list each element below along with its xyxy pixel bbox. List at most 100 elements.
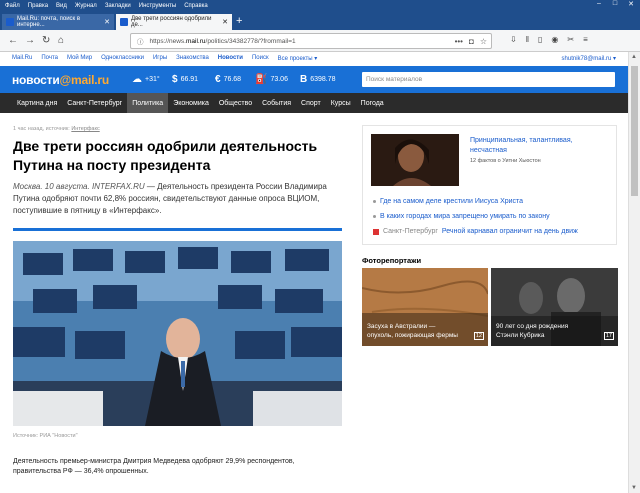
- home-icon[interactable]: ⌂: [58, 35, 64, 46]
- tab-bar: Mail.Ru: почта, поиск в интерне... ✕ Две…: [0, 12, 640, 30]
- favicon-icon: [6, 18, 14, 26]
- feature-count: 12 фактов о Уитни Хьюстон: [470, 158, 541, 164]
- sidebar-list-item[interactable]: Санкт-Петербург Речной карнавал ограничит…: [373, 224, 578, 239]
- photo-count: 12: [473, 332, 484, 340]
- portal-link-myworld[interactable]: Мой Мир: [67, 55, 92, 61]
- portal-link-projects[interactable]: Все проекты ▾: [278, 55, 318, 62]
- scroll-thumb[interactable]: [631, 66, 638, 196]
- oil-rate[interactable]: ⛽ 73.06: [255, 74, 288, 85]
- photo-illustration: [13, 241, 342, 426]
- tab-close-icon[interactable]: ✕: [104, 18, 110, 26]
- sidebar-icon[interactable]: ▯: [538, 35, 542, 44]
- menu-bar: Файл Правка Вид Журнал Закладки Инструме…: [0, 0, 640, 12]
- photo-report-caption: 90 лет со дня рождения Стэнли Кубрика: [496, 323, 569, 339]
- euro-icon: €: [215, 74, 221, 85]
- nav-item-society[interactable]: Общество: [214, 93, 257, 113]
- photo-report-card[interactable]: 90 лет со дня рождения Стэнли Кубрика 17: [491, 268, 618, 346]
- portal-link-mail[interactable]: Почта: [41, 55, 58, 61]
- sidebar-card: Принципиальная, талантливая, несчастная …: [362, 125, 617, 245]
- weather-icon: ☁: [132, 74, 142, 85]
- page-scrollbar[interactable]: ▲ ▼: [628, 52, 640, 493]
- tab-news[interactable]: Две трети россиян одобрили де... ✕: [116, 14, 232, 30]
- category-nav: Картина дня Санкт-Петербург Политика Эко…: [0, 93, 628, 113]
- hamburger-menu-icon[interactable]: ≡: [583, 35, 588, 44]
- navigation-toolbar: ← → ↻ ⌂ ⓘ https://news.mail.ru/politics/…: [0, 30, 640, 52]
- feature-image[interactable]: [371, 134, 459, 186]
- new-tab-icon[interactable]: +: [236, 15, 242, 27]
- photo-report-card[interactable]: Засуха в Австралии — опухоль, пожирающая…: [362, 268, 488, 346]
- site-logo[interactable]: новости@mail.ru: [12, 73, 109, 87]
- weather-widget[interactable]: ☁ +31°: [132, 74, 160, 85]
- menu-bookmarks[interactable]: Закладки: [105, 3, 131, 9]
- feature-illustration: [371, 134, 459, 186]
- portal-link-mailru[interactable]: Mail.Ru: [12, 55, 32, 61]
- nav-item-weather[interactable]: Погода: [356, 93, 389, 113]
- search-input[interactable]: Поиск материалов: [362, 72, 615, 87]
- source-link[interactable]: Интерфакс: [71, 126, 99, 132]
- nav-item-rates[interactable]: Курсы: [326, 93, 356, 113]
- maximize-icon[interactable]: □: [608, 0, 622, 12]
- photo-reports-title: Фоторепортажи: [362, 256, 422, 265]
- nav-item-events[interactable]: События: [257, 93, 296, 113]
- article-photo: [13, 241, 342, 426]
- screenshot-icon[interactable]: ✂: [567, 35, 574, 44]
- back-icon[interactable]: ←: [8, 35, 18, 46]
- article-title: Две трети россиян одобрили деятельность …: [13, 138, 318, 173]
- tab-label: Mail.Ru: почта, поиск в интерне...: [17, 16, 81, 28]
- library-icon[interactable]: ‖: [526, 35, 529, 44]
- nav-item-economy[interactable]: Экономика: [168, 93, 214, 113]
- nav-item-politics[interactable]: Политика: [127, 93, 169, 113]
- portal-link-ok[interactable]: Одноклассники: [101, 55, 144, 61]
- menu-tools[interactable]: Инструменты: [139, 3, 176, 9]
- user-account[interactable]: shutnik78@mail.ru ▾: [562, 55, 616, 62]
- portal-link-search[interactable]: Поиск: [252, 55, 269, 61]
- url-text: https://news.mail.ru/politics/34382778/?…: [149, 37, 296, 45]
- bitcoin-icon: B: [300, 74, 308, 85]
- favicon-icon: [120, 18, 128, 26]
- sidebar-list-item[interactable]: Где на самом деле крестили Иисуса Христа: [373, 194, 578, 209]
- nav-item-spb[interactable]: Санкт-Петербург: [62, 93, 127, 113]
- bullet-icon: [373, 215, 376, 218]
- menu-view[interactable]: Вид: [56, 3, 67, 9]
- address-bar[interactable]: ⓘ https://news.mail.ru/politics/34382778…: [130, 33, 492, 49]
- region-flag-icon: [373, 228, 379, 235]
- article-lead: Москва. 10 августа. INTERFAX.RU — Деятел…: [13, 182, 327, 215]
- divider: [13, 228, 342, 231]
- article-body: Деятельность премьер-министра Дмитрия Ме…: [13, 458, 295, 475]
- nav-item-sport[interactable]: Спорт: [296, 93, 326, 113]
- more-icon[interactable]: •••: [455, 37, 463, 46]
- close-icon[interactable]: ✕: [624, 0, 638, 12]
- info-icon[interactable]: ⓘ: [137, 36, 144, 46]
- nav-item-day[interactable]: Картина дня: [12, 93, 62, 113]
- menu-help[interactable]: Справка: [184, 3, 208, 9]
- minimize-icon[interactable]: –: [592, 0, 606, 12]
- forward-icon[interactable]: →: [25, 35, 35, 46]
- article-meta: 1 час назад, источник: Интерфакс: [13, 126, 100, 132]
- portal-link-news[interactable]: Новости: [218, 55, 243, 61]
- tab-mailru[interactable]: Mail.Ru: почта, поиск в интерне... ✕: [2, 14, 114, 30]
- usd-rate[interactable]: $66.91: [172, 74, 198, 85]
- menu-file[interactable]: Файл: [5, 3, 20, 9]
- download-icon[interactable]: ⇩: [510, 35, 517, 44]
- sidebar-list-item[interactable]: В каких городах мира запрещено умирать п…: [373, 209, 578, 224]
- toolbar-right: ⇩ ‖ ▯ ◉ ✂ ≡: [510, 35, 588, 44]
- scroll-up-icon[interactable]: ▲: [631, 54, 637, 60]
- portal-link-games[interactable]: Игры: [153, 55, 167, 61]
- scroll-down-icon[interactable]: ▼: [631, 485, 637, 491]
- bookmark-star-icon[interactable]: ☆: [480, 37, 487, 46]
- portal-link-dating[interactable]: Знакомства: [176, 55, 209, 61]
- bitcoin-rate[interactable]: B 6398.78: [300, 74, 336, 85]
- tab-label: Две трети россиян одобрили де...: [131, 16, 212, 28]
- extension-icon[interactable]: ◉: [551, 35, 558, 44]
- reload-icon[interactable]: ↻: [42, 35, 50, 46]
- oil-icon: ⛽: [255, 74, 268, 85]
- feature-title[interactable]: Принципиальная, талантливая, несчастная: [470, 136, 610, 156]
- sidebar-list: Где на самом деле крестили Иисуса Христа…: [373, 194, 578, 239]
- site-header: новости@mail.ru ☁ +31° $66.91 €76.68 ⛽ 73.…: [0, 66, 628, 93]
- menu-edit[interactable]: Правка: [28, 3, 48, 9]
- tab-close-icon[interactable]: ✕: [222, 18, 228, 26]
- pocket-icon[interactable]: ◘: [469, 37, 474, 46]
- eur-rate[interactable]: €76.68: [215, 74, 241, 85]
- portal-bar: Mail.Ru Почта Мой Мир Одноклассники Игры…: [0, 52, 628, 64]
- menu-history[interactable]: Журнал: [75, 3, 97, 9]
